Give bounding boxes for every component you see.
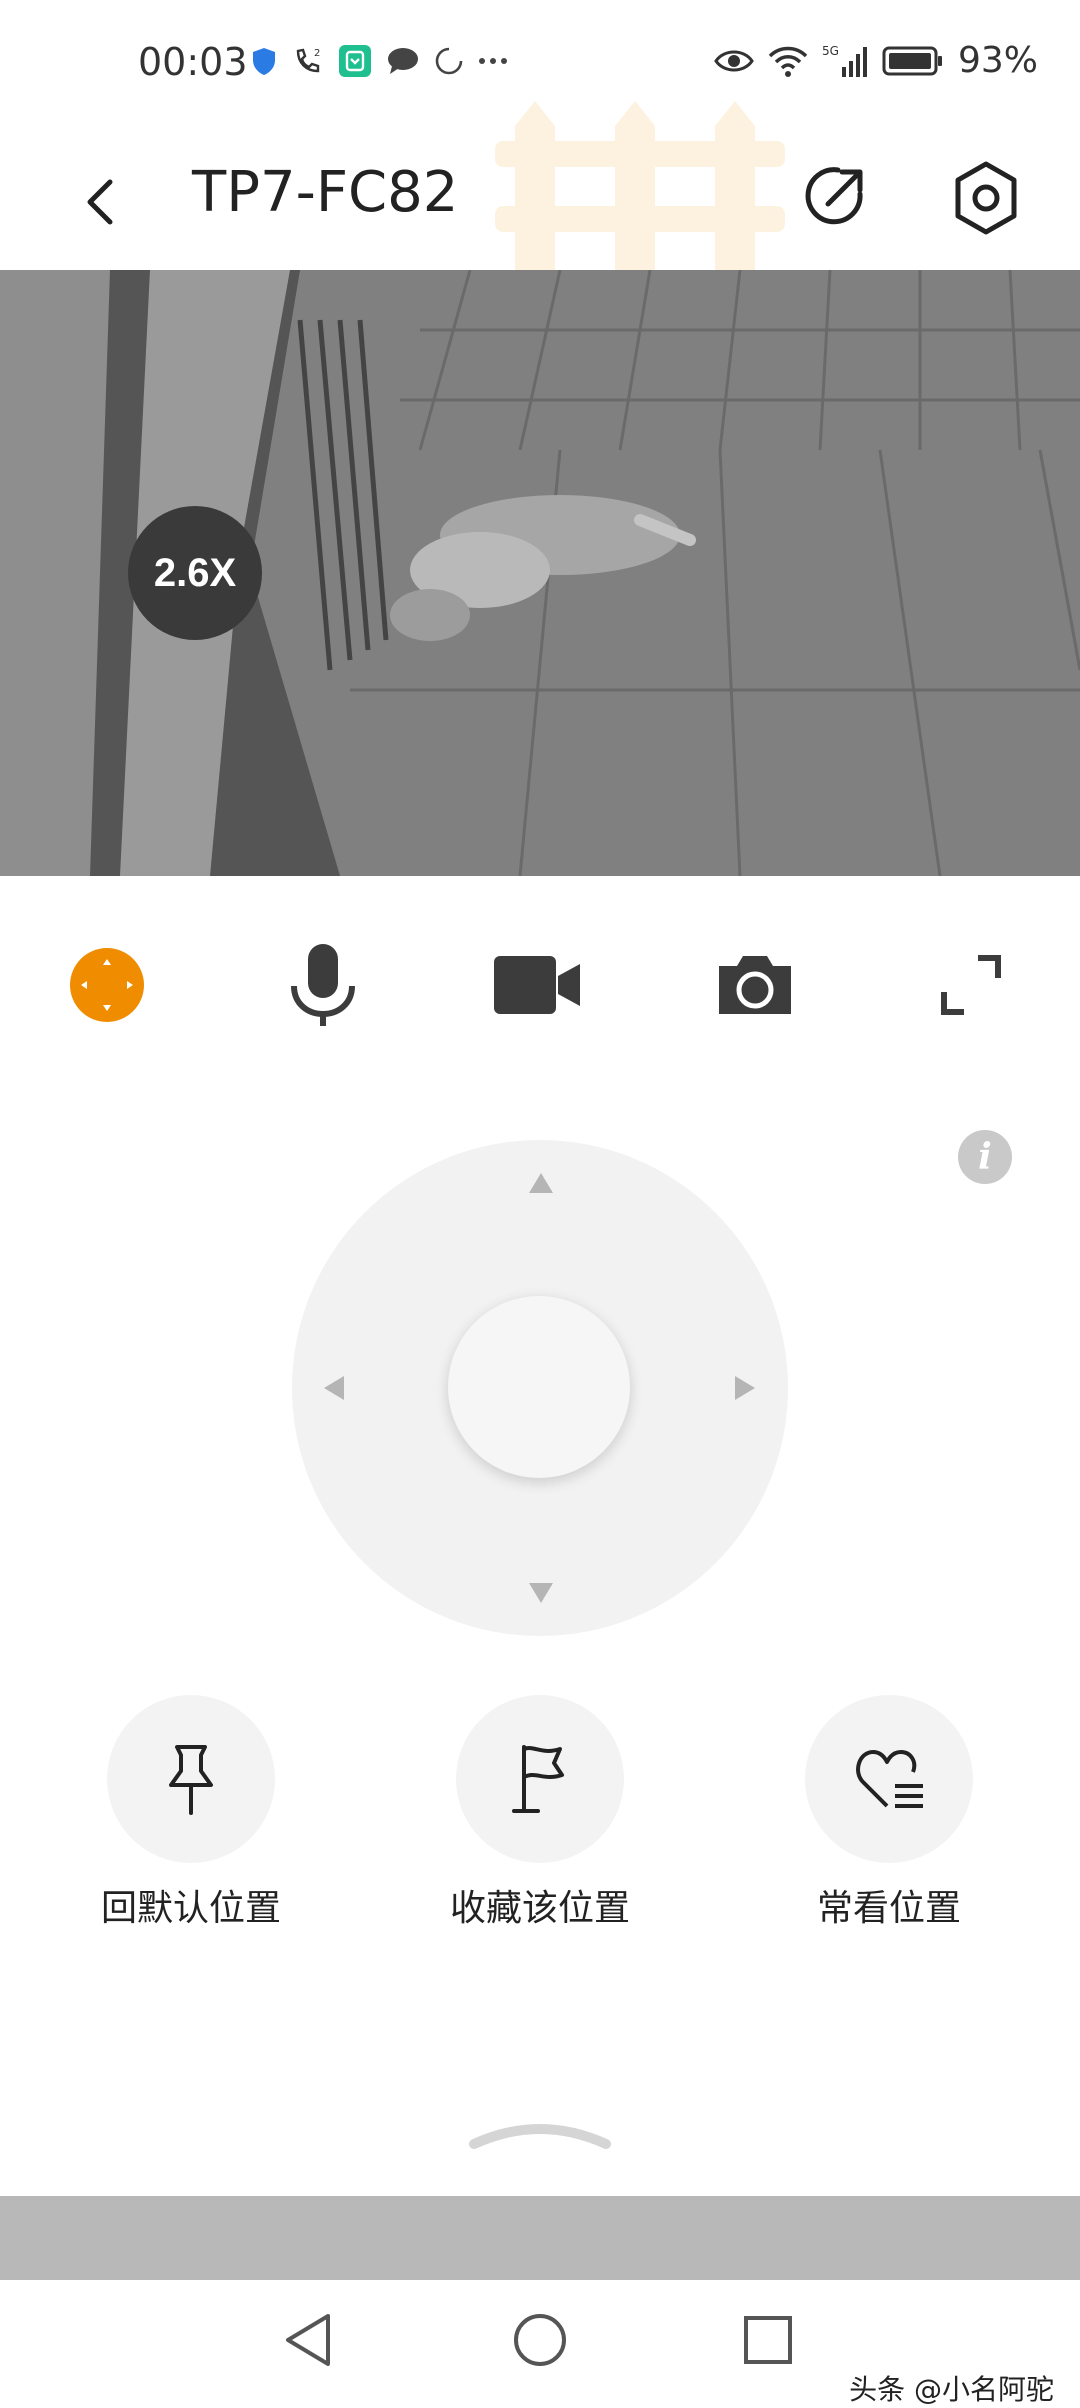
battery-icon	[882, 46, 942, 75]
preset-button[interactable]	[456, 1695, 624, 1863]
record-button[interactable]	[492, 940, 582, 1030]
nav-recents-icon[interactable]	[736, 2308, 800, 2372]
microphone-icon	[291, 944, 355, 1026]
sync-icon	[435, 47, 463, 75]
fence-decoration	[495, 101, 785, 276]
shield-icon	[253, 48, 275, 75]
share-icon[interactable]	[800, 160, 872, 232]
ptz-right-arrow-icon[interactable]	[735, 1376, 755, 1400]
snapshot-button[interactable]	[710, 940, 800, 1030]
camera-live-view[interactable]: 2.6X	[0, 270, 1080, 876]
preset-button[interactable]	[805, 1695, 973, 1863]
nav-back-icon[interactable]	[278, 2308, 342, 2372]
status-right: 5G 93%	[714, 40, 1038, 81]
preset-label: 常看位置	[816, 1888, 961, 1929]
ptz-left-arrow-icon[interactable]	[324, 1376, 344, 1400]
status-left-icons: 2	[250, 44, 508, 78]
eye-icon	[714, 50, 754, 71]
back-arrow-icon[interactable]	[70, 162, 134, 242]
settings-icon[interactable]	[950, 158, 1022, 238]
battery-percent: 93%	[957, 40, 1038, 81]
fullscreen-icon	[941, 955, 1001, 1015]
ptz-down-arrow-icon[interactable]	[529, 1583, 553, 1603]
nav-home-icon[interactable]	[508, 2308, 572, 2372]
svg-text:2: 2	[314, 48, 320, 59]
preset-favorite-positions[interactable]: 常看位置	[774, 1695, 1004, 1931]
ptz-joystick[interactable]	[292, 1140, 788, 1636]
info-button[interactable]: i	[958, 1130, 1012, 1184]
record-video-icon	[494, 956, 580, 1014]
status-time: 00:03	[138, 40, 248, 84]
fullscreen-button[interactable]	[926, 940, 1016, 1030]
app-header: TP7-FC82	[0, 101, 1080, 276]
preset-button[interactable]	[107, 1695, 275, 1863]
talk-button[interactable]	[278, 940, 368, 1030]
device-title: TP7-FC82	[192, 160, 459, 225]
preset-label: 回默认位置	[100, 1888, 281, 1929]
control-toolbar	[0, 930, 1080, 1040]
preset-label: 收藏该位置	[449, 1888, 630, 1929]
signal-icon: 5G	[822, 44, 867, 77]
wifi-call-icon: 2	[296, 48, 320, 73]
ptz-icon	[70, 948, 144, 1022]
zoom-level-badge: 2.6X	[128, 506, 262, 640]
snapshot-icon	[719, 956, 791, 1014]
ptz-up-arrow-icon[interactable]	[529, 1173, 553, 1193]
watermark: 头条 @小名阿驼	[849, 2373, 1054, 2406]
more-icon	[479, 58, 507, 64]
mi-home-icon	[339, 45, 371, 77]
svg-text:5G: 5G	[822, 44, 839, 58]
message-icon	[388, 48, 418, 74]
flag-icon	[512, 1745, 564, 1813]
pin-icon	[169, 1745, 213, 1815]
wifi-icon	[768, 46, 808, 77]
ptz-toggle-button[interactable]	[62, 940, 152, 1030]
sheet-backdrop	[0, 2196, 1080, 2280]
preset-save-position[interactable]: 收藏该位置	[425, 1695, 655, 1931]
ptz-joystick-knob[interactable]	[448, 1296, 630, 1478]
preset-default-position[interactable]: 回默认位置	[76, 1695, 306, 1931]
panel-handle-icon[interactable]	[468, 2120, 612, 2150]
heart-list-icon	[856, 1750, 923, 1808]
